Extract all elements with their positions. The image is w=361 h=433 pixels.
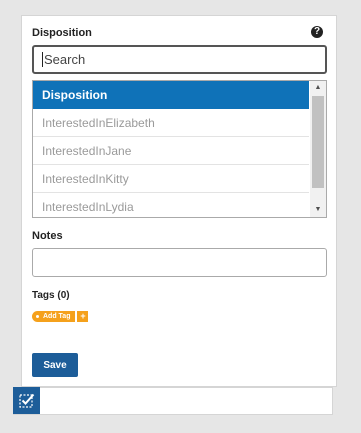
- option-interested-in-elizabeth[interactable]: InterestedInElizabeth: [33, 109, 309, 137]
- option-disposition[interactable]: Disposition: [33, 81, 309, 109]
- disposition-label: Disposition: [32, 27, 92, 39]
- dropdown-scrollbar[interactable]: ▲ ▼: [310, 81, 326, 217]
- save-button[interactable]: Save: [32, 353, 78, 377]
- scrollbar-thumb[interactable]: [312, 96, 324, 188]
- disposition-option-list: Disposition InterestedInElizabeth Intere…: [33, 81, 309, 217]
- add-tag-plus-icon[interactable]: +: [77, 311, 89, 322]
- disposition-panel: Disposition ? Search Disposition Interes…: [21, 15, 337, 387]
- notes-label: Notes: [32, 230, 63, 242]
- disposition-dropdown[interactable]: Disposition InterestedInElizabeth Intere…: [32, 80, 327, 218]
- option-interested-in-jane[interactable]: InterestedInJane: [33, 137, 309, 165]
- scroll-down-arrow-icon[interactable]: ▼: [310, 204, 326, 216]
- scroll-up-arrow-icon[interactable]: ▲: [310, 82, 326, 94]
- search-placeholder: Search: [44, 52, 86, 67]
- tag-dot-icon: [36, 315, 39, 318]
- add-tag-label: Add Tag: [43, 313, 71, 320]
- add-tag-control: Add Tag +: [32, 311, 89, 322]
- search-input[interactable]: Search: [32, 45, 327, 74]
- option-interested-in-lydia[interactable]: InterestedInLydia: [33, 193, 309, 217]
- notes-input[interactable]: [32, 248, 327, 277]
- text-cursor: [42, 52, 43, 67]
- tags-label: Tags (0): [32, 290, 70, 301]
- checkbox-checked-glyph: [18, 393, 34, 408]
- option-interested-in-kitty[interactable]: InterestedInKitty: [33, 165, 309, 193]
- checkbox-checked-icon[interactable]: [13, 387, 40, 414]
- question-circle-icon[interactable]: ?: [311, 26, 323, 38]
- bottom-bar: [13, 387, 333, 415]
- add-tag-button[interactable]: Add Tag: [32, 311, 76, 322]
